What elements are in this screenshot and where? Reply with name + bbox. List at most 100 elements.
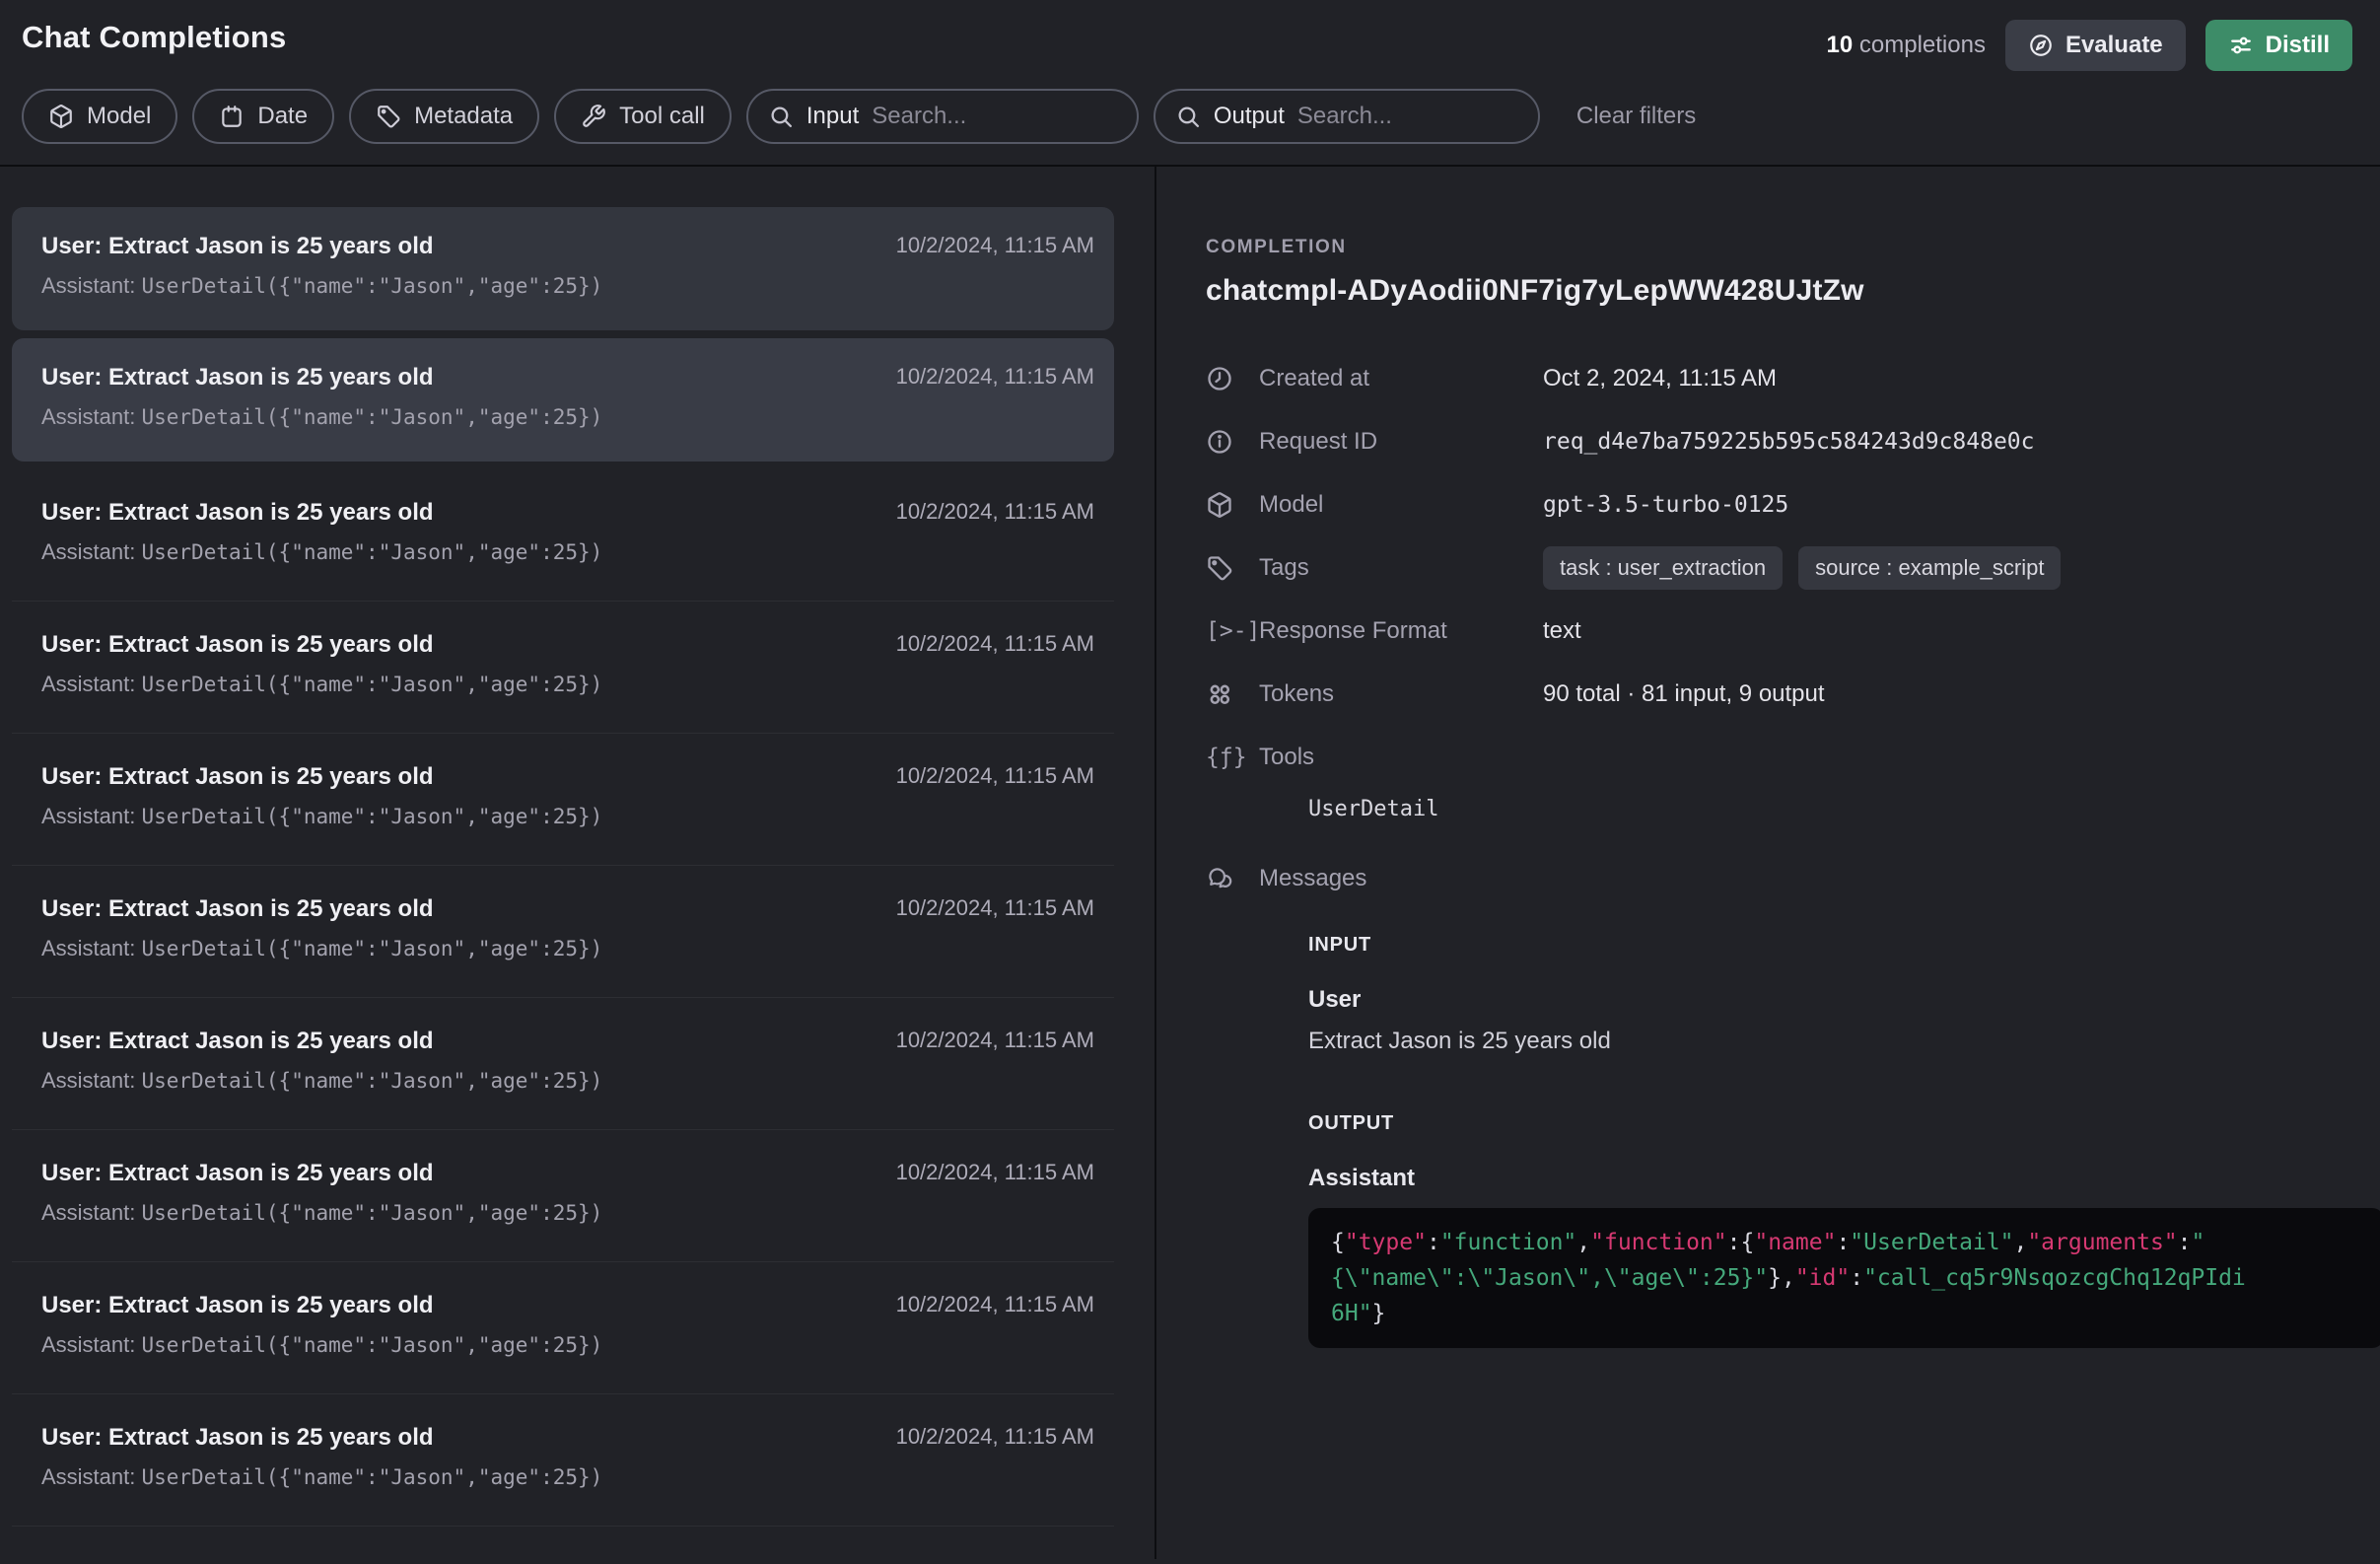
completion-row[interactable]: User: Extract Jason is 25 years oldAssis… (12, 469, 1114, 602)
tag-icon (1206, 554, 1259, 582)
completion-eyebrow: COMPLETION (1206, 237, 2341, 258)
cube-icon (48, 104, 74, 129)
compass-icon (2028, 33, 2054, 58)
row-timestamp: 10/2/2024, 11:15 AM (896, 233, 1094, 258)
row-timestamp: 10/2/2024, 11:15 AM (896, 364, 1094, 390)
row-assistant-text: Assistant: UserDetail({"name":"Jason","a… (41, 273, 1094, 299)
output-section-label: OUTPUT (1308, 1112, 2341, 1135)
input-search[interactable]: Input Search... (746, 89, 1139, 144)
field-label: Tokens (1259, 680, 1543, 708)
response-format-icon: [>-] (1206, 618, 1259, 644)
field-label: Tags (1259, 554, 1543, 582)
output-search-placeholder: Search... (1297, 103, 1392, 130)
row-timestamp: 10/2/2024, 11:15 AM (896, 499, 1094, 525)
chat-bubbles-icon (1206, 865, 1259, 892)
row-assistant-text: Assistant: UserDetail({"name":"Jason","a… (41, 1068, 1094, 1094)
output-search-label: Output (1214, 103, 1285, 130)
field-value: 90 total · 81 input, 9 output (1543, 680, 1825, 708)
completions-count-number: 10 (1827, 32, 1854, 58)
output-role: Assistant (1308, 1165, 2341, 1192)
row-timestamp: 10/2/2024, 11:15 AM (896, 1424, 1094, 1450)
field-row-request-id: Request ID req_d4e7ba759225b595c584243d9… (1206, 410, 2341, 473)
distill-button-label: Distill (2266, 32, 2330, 59)
distill-button[interactable]: Distill (2205, 20, 2352, 71)
cube-icon (1206, 491, 1259, 519)
field-label: Tools (1259, 744, 1543, 771)
field-row-created-at: Created at Oct 2, 2024, 11:15 AM (1206, 347, 2341, 410)
row-assistant-text: Assistant: UserDetail({"name":"Jason","a… (41, 936, 1094, 961)
field-value: text (1543, 617, 1581, 645)
input-search-label: Input (806, 103, 859, 130)
tool-name: UserDetail (1308, 797, 2341, 821)
row-assistant-text: Assistant: UserDetail({"name":"Jason","a… (41, 1200, 1094, 1226)
filter-pill-label: Tool call (619, 103, 705, 130)
info-icon (1206, 428, 1259, 456)
completion-row[interactable]: User: Extract Jason is 25 years oldAssis… (12, 1262, 1114, 1394)
evaluate-button-label: Evaluate (2065, 32, 2163, 59)
field-row-tools: {ƒ} Tools (1206, 726, 2341, 789)
completions-count: 10 completions (1827, 32, 1986, 59)
completion-row[interactable]: User: Extract Jason is 25 years oldAssis… (12, 998, 1114, 1130)
evaluate-button[interactable]: Evaluate (2005, 20, 2186, 71)
tag-chip[interactable]: task : user_extraction (1543, 546, 1783, 590)
completion-row[interactable]: User: Extract Jason is 25 years oldAssis… (12, 866, 1114, 998)
sliders-icon (2228, 33, 2254, 58)
filter-pill-date[interactable]: Date (192, 89, 334, 144)
row-assistant-text: Assistant: UserDetail({"name":"Jason","a… (41, 539, 1094, 565)
completion-row[interactable]: User: Extract Jason is 25 years oldAssis… (12, 1394, 1114, 1527)
row-timestamp: 10/2/2024, 11:15 AM (896, 1292, 1094, 1317)
row-assistant-text: Assistant: UserDetail({"name":"Jason","a… (41, 1464, 1094, 1490)
wrench-icon (581, 104, 606, 129)
completion-row[interactable]: User: Extract Jason is 25 years oldAssis… (12, 602, 1114, 734)
input-section-label: INPUT (1308, 934, 2341, 957)
field-row-model: Model gpt-3.5-turbo-0125 (1206, 473, 2341, 536)
output-search[interactable]: Output Search... (1154, 89, 1540, 144)
page-title: Chat Completions (22, 20, 286, 55)
row-timestamp: 10/2/2024, 11:15 AM (896, 1028, 1094, 1053)
filter-pill-tool-call[interactable]: Tool call (554, 89, 732, 144)
completion-row[interactable]: User: Extract Jason is 25 years oldAssis… (12, 734, 1114, 866)
row-assistant-text: Assistant: UserDetail({"name":"Jason","a… (41, 672, 1094, 697)
filter-bar: Model Date Metadata Tool call Input Sear… (0, 89, 2380, 144)
row-timestamp: 10/2/2024, 11:15 AM (896, 895, 1094, 921)
filter-pill-label: Date (257, 103, 308, 130)
completion-row[interactable]: User: Extract Jason is 25 years oldAssis… (12, 1130, 1114, 1262)
filter-pill-metadata[interactable]: Metadata (349, 89, 539, 144)
row-assistant-text: Assistant: UserDetail({"name":"Jason","a… (41, 804, 1094, 829)
row-timestamp: 10/2/2024, 11:15 AM (896, 1160, 1094, 1185)
field-row-tags: Tags task : user_extraction source : exa… (1206, 536, 2341, 600)
field-row-response-format: [>-] Response Format text (1206, 600, 2341, 663)
clock-icon (1206, 365, 1259, 392)
field-value: gpt-3.5-turbo-0125 (1543, 492, 1788, 518)
completions-list: User: Extract Jason is 25 years oldAssis… (0, 167, 1156, 1559)
field-value: Oct 2, 2024, 11:15 AM (1543, 365, 1777, 392)
field-label: Model (1259, 491, 1543, 519)
filter-pill-label: Model (87, 103, 151, 130)
field-label: Created at (1259, 365, 1543, 392)
clear-filters-button[interactable]: Clear filters (1576, 103, 1696, 130)
filter-pill-label: Metadata (414, 103, 513, 130)
tag-icon (376, 104, 401, 129)
field-value: req_d4e7ba759225b595c584243d9c848e0c (1543, 429, 2035, 455)
completion-row[interactable]: User: Extract Jason is 25 years oldAssis… (12, 338, 1114, 462)
filter-pill-model[interactable]: Model (22, 89, 177, 144)
input-message-text: Extract Jason is 25 years old (1308, 1028, 2341, 1055)
field-label: Messages (1259, 865, 1543, 892)
input-search-placeholder: Search... (872, 103, 966, 130)
row-timestamp: 10/2/2024, 11:15 AM (896, 763, 1094, 789)
tag-chip[interactable]: source : example_script (1798, 546, 2061, 590)
field-label: Request ID (1259, 428, 1543, 456)
output-code-block: {"type":"function","function":{"name":"U… (1308, 1208, 2380, 1348)
row-assistant-text: Assistant: UserDetail({"name":"Jason","a… (41, 404, 1094, 430)
dots-grid-icon (1206, 680, 1259, 708)
calendar-icon (219, 104, 245, 129)
page-header: Chat Completions 10 completions Evaluate… (0, 0, 2380, 75)
field-row-messages: Messages (1206, 847, 2341, 910)
field-label: Response Format (1259, 617, 1543, 645)
search-icon (1176, 105, 1201, 129)
row-timestamp: 10/2/2024, 11:15 AM (896, 631, 1094, 657)
completion-detail: COMPLETION chatcmpl-ADyAodii0NF7ig7yLepW… (1156, 167, 2380, 1559)
completion-row[interactable]: User: Extract Jason is 25 years oldAssis… (12, 207, 1114, 330)
row-assistant-text: Assistant: UserDetail({"name":"Jason","a… (41, 1332, 1094, 1358)
completion-id: chatcmpl-ADyAodii0NF7ig7yLepWW428UJtZw (1206, 274, 2341, 308)
